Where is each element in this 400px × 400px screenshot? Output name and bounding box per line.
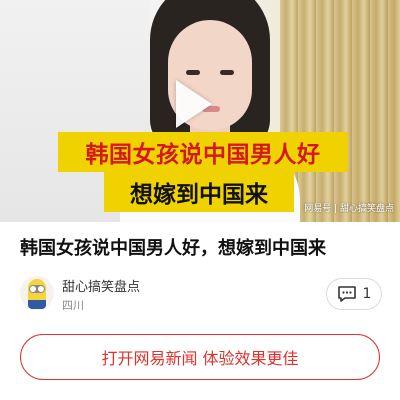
video-overlay-subtitle-text: 想嫁到中国来	[130, 182, 268, 208]
author-name[interactable]: 甜心搞笑盘点	[62, 276, 140, 295]
play-icon[interactable]	[176, 80, 212, 128]
article-page: 韩国女孩说中国男人好 想嫁到中国来 网易号 | 甜心搞笑盘点 韩国女孩说中国男人…	[0, 0, 400, 400]
author-location: 四川	[62, 299, 84, 312]
video-overlay-title-text: 韩国女孩说中国男人好	[85, 142, 321, 168]
author-avatar[interactable]	[20, 276, 54, 310]
comment-icon	[337, 285, 357, 303]
person-eye-right	[220, 70, 234, 75]
video-overlay-title: 韩国女孩说中国男人好	[58, 132, 348, 172]
comment-button[interactable]: 1	[326, 278, 382, 310]
minion-eye-right	[38, 286, 44, 292]
article-title: 韩国女孩说中国男人好，想嫁到中国来	[20, 238, 326, 259]
open-app-label: 打开网易新闻 体验效果更佳	[101, 349, 299, 368]
open-app-button[interactable]: 打开网易新闻 体验效果更佳	[20, 334, 380, 380]
video-thumbnail[interactable]: 韩国女孩说中国男人好 想嫁到中国来 网易号 | 甜心搞笑盘点	[0, 0, 400, 222]
comment-count: 1	[362, 286, 372, 302]
video-overlay-subtitle: 想嫁到中国来	[104, 172, 294, 212]
person-eye-left	[186, 70, 200, 75]
minion-eye-left	[30, 286, 36, 292]
minion-pants	[28, 300, 46, 309]
video-watermark: 网易号 | 甜心搞笑盘点	[304, 204, 394, 214]
